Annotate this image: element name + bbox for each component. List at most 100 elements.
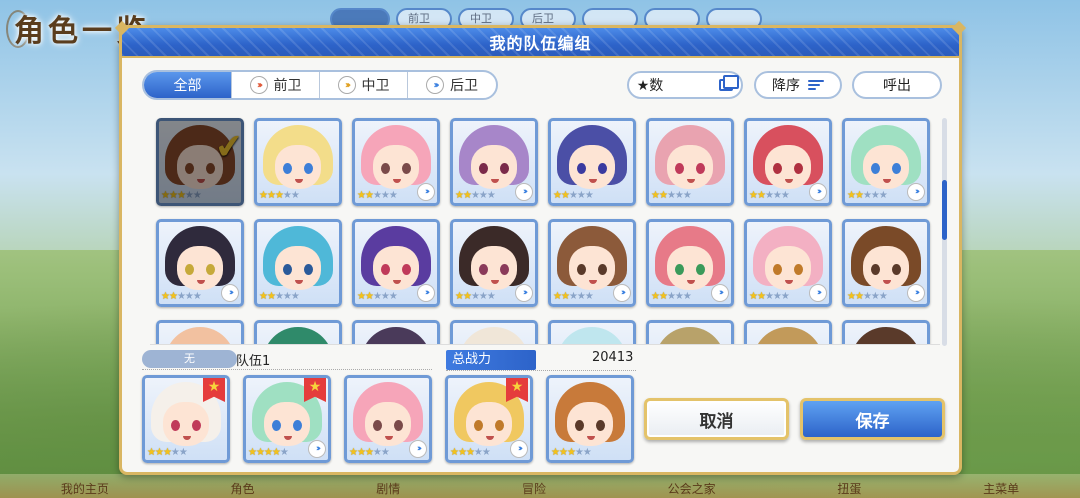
character-grid: ★★★★★ ✔ ★★★★★ ★★★★★ ››› ★★★★★ ››› ★★★★★ ★★★★★ ★★★… (150, 112, 940, 345)
character-card[interactable]: ★★★★★ (352, 320, 440, 344)
sort-key-label: ★数 (636, 78, 664, 94)
character-card[interactable]: ★★★★★ ››› (646, 219, 734, 307)
checkmark-icon: ✔ (212, 125, 244, 169)
character-card[interactable]: ★★★★★ (254, 320, 342, 344)
character-card[interactable]: ★★★★★ (450, 320, 538, 344)
position-back-icon: ››› (417, 183, 435, 201)
team-member-card[interactable]: ★★★★★ ››› ★ (445, 375, 533, 463)
position-back-icon: ››› (515, 284, 533, 302)
stack-icon (719, 75, 740, 91)
star-rating: ★★★★★ (847, 291, 888, 302)
star-rating: ★★★★★ (651, 291, 692, 302)
character-card[interactable]: ★★★★★ ››› (744, 219, 832, 307)
character-card[interactable]: ★★★★★ ››› (842, 219, 930, 307)
sort-key-button[interactable]: ★数 (627, 71, 743, 99)
character-card[interactable]: ★★★★★ (744, 320, 832, 344)
star-rating: ★★★★★ (553, 291, 594, 302)
scroll-thumb[interactable] (942, 180, 947, 240)
character-card[interactable]: ★★★★★ (548, 118, 636, 206)
filter-tab-1[interactable]: ››› 前卫 (232, 72, 320, 98)
character-card[interactable]: ★★★★★ ››› (450, 219, 538, 307)
filter-tab-3[interactable]: ››› 后卫 (408, 72, 496, 98)
star-rating: ★★★★★ (651, 190, 692, 201)
order-label: 降序 (772, 78, 800, 94)
position-back-icon: ››› (426, 76, 444, 94)
character-card[interactable]: ★★★★★ ››› (548, 219, 636, 307)
character-portrait (845, 323, 927, 344)
character-card[interactable]: ★★★★★ ››› (842, 118, 930, 206)
character-card[interactable]: ★★★★★ ››› (450, 118, 538, 206)
dialog-title: 我的队伍编组 (489, 34, 592, 53)
star-rating: ★★★★★ (248, 447, 289, 458)
position-back-icon: ››› (809, 183, 827, 201)
star-rating: ★★★★★ (847, 190, 888, 201)
position-back-icon: ››› (221, 284, 239, 302)
star-rating: ★★★★★ (455, 291, 496, 302)
filter-tab-2[interactable]: ››› 中卫 (320, 72, 408, 98)
character-card[interactable]: ★★★★★ ››› (352, 219, 440, 307)
filter-tab-label: 后卫 (450, 78, 478, 94)
character-card[interactable]: ★★★★★ (548, 320, 636, 344)
position-back-icon: ››› (515, 183, 533, 201)
character-portrait (257, 323, 339, 344)
star-rating: ★★★★★ (161, 190, 202, 201)
bottom-nav: 我的主页 角色 剧情 冒险 公会之家 扭蛋 主菜单 (0, 474, 1080, 498)
bottom-nav-item: 我的主页 (60, 482, 109, 496)
grid-scrollbar[interactable] (942, 118, 947, 346)
total-power-value: 20413 (592, 350, 634, 365)
team-members: ★★★★★ ★ ★★★★★ ››› ★ ★★★★★ ››› ★★★★★ ››› ★ ★★★★★ (142, 375, 634, 463)
star-rating: ★★★★★ (357, 190, 398, 201)
filter-tab-0[interactable]: 全部 (144, 72, 232, 98)
position-filter: 全部 ››› 前卫 ››› 中卫 ››› 后卫 (142, 70, 498, 100)
position-back-icon: ››› (907, 284, 925, 302)
dialog-header: 我的队伍编组 (122, 28, 959, 58)
position-front-icon: ››› (249, 76, 268, 94)
character-card[interactable]: ★★★★★ ✔ (156, 118, 244, 206)
character-portrait (355, 323, 437, 344)
star-rating: ★★★★★ (455, 190, 496, 201)
character-card[interactable]: ★★★★★ (842, 320, 930, 344)
star-rating: ★★★★★ (259, 291, 300, 302)
character-card[interactable]: ★★★★★ ››› (352, 118, 440, 206)
team-member-card[interactable]: ★★★★★ (546, 375, 634, 463)
star-rating: ★★★★★ (357, 291, 398, 302)
save-button[interactable]: 保存 (800, 398, 945, 440)
character-portrait (649, 323, 731, 344)
position-back-icon: ››› (308, 440, 326, 458)
team-member-card[interactable]: ★★★★★ ★ (142, 375, 230, 463)
star-rating: ★★★★★ (147, 447, 188, 458)
star-rating: ★★★★★ (259, 190, 300, 201)
character-card[interactable]: ★★★★★ (156, 320, 244, 344)
team-member-card[interactable]: ★★★★★ ››› ★ (243, 375, 331, 463)
filter-tab-label: 全部 (173, 78, 202, 94)
character-card[interactable]: ★★★★★ (646, 320, 734, 344)
bottom-nav-item: 公会之家 (667, 482, 716, 496)
recall-label: 呼出 (883, 78, 911, 94)
team-tag: 无 (142, 350, 237, 368)
total-power-label: 总战力 (446, 350, 536, 370)
team-edit-dialog: 我的队伍编组 全部 ››› 前卫 ››› 中卫 ››› 后卫 ★数 降序 呼出 ★★★★★ ✔… (114, 20, 967, 475)
star-rating: ★★★★★ (749, 291, 790, 302)
position-back-icon: ››› (613, 284, 631, 302)
character-card[interactable]: ★★★★★ (254, 118, 342, 206)
character-card[interactable]: ★★★★★ (254, 219, 342, 307)
cancel-button[interactable]: 取消 (644, 398, 789, 440)
position-back-icon: ››› (907, 183, 925, 201)
character-portrait (159, 323, 241, 344)
order-button[interactable]: 降序 (754, 71, 842, 99)
character-card[interactable]: ★★★★★ ››› (156, 219, 244, 307)
bottom-nav-item: 扭蛋 (837, 482, 862, 496)
position-back-icon: ››› (417, 284, 435, 302)
star-rating: ★★★★★ (749, 190, 790, 201)
character-portrait (453, 323, 535, 344)
character-card[interactable]: ★★★★★ (646, 118, 734, 206)
star-rating: ★★★★★ (161, 291, 202, 302)
bottom-nav-item: 角色 (230, 482, 255, 496)
bottom-nav-item: 冒险 (521, 482, 546, 496)
star-rating: ★★★★★ (450, 447, 491, 458)
star-rating: ★★★★★ (553, 190, 594, 201)
team-member-card[interactable]: ★★★★★ ››› (344, 375, 432, 463)
character-card[interactable]: ★★★★★ ››› (744, 118, 832, 206)
bottom-nav-item: 剧情 (376, 482, 401, 496)
recall-button[interactable]: 呼出 (852, 71, 942, 99)
